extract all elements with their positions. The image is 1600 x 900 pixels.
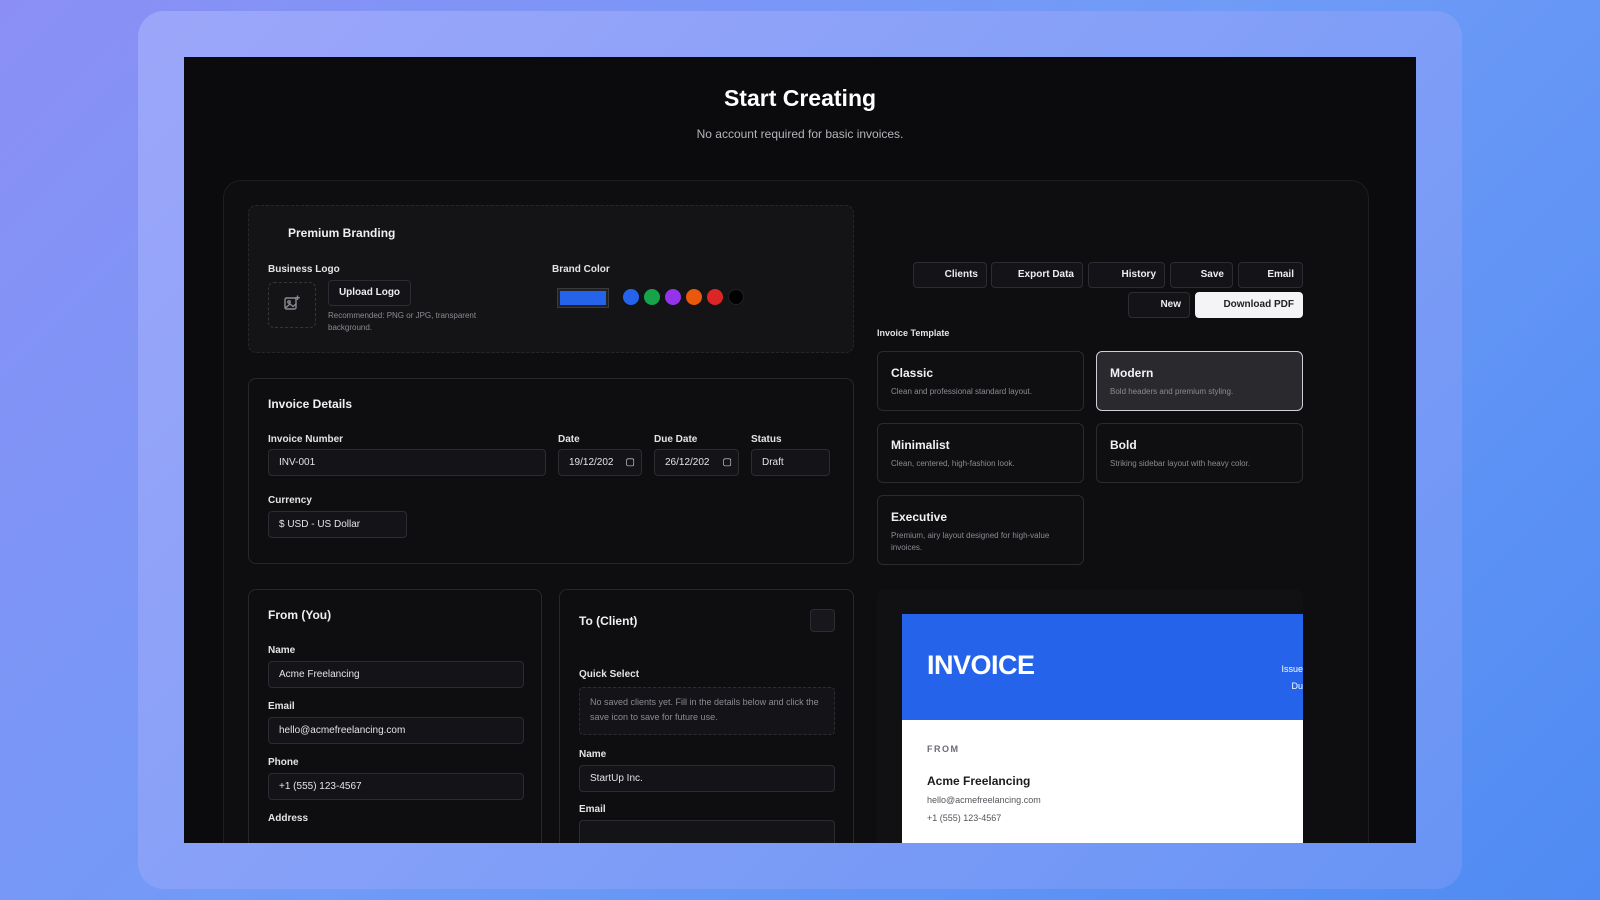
to-name-input[interactable]: StartUp Inc. (579, 765, 835, 792)
template-name: Modern (1110, 366, 1154, 380)
template-name: Bold (1110, 438, 1137, 452)
invoice-from-name: Acme Freelancing (927, 774, 1031, 788)
template-bold[interactable]: Bold Striking sidebar layout with heavy … (1096, 423, 1303, 483)
template-classic[interactable]: Classic Clean and professional standard … (877, 351, 1084, 411)
from-email-label: Email (268, 701, 295, 712)
invoice-from-label: FROM (927, 744, 960, 754)
save-button[interactable]: Save (1170, 262, 1233, 288)
template-desc: Striking sidebar layout with heavy color… (1110, 459, 1251, 468)
date-label: Date (558, 434, 580, 445)
page-subtitle: No account required for basic invoices. (696, 127, 904, 141)
to-title: To (Client) (579, 614, 638, 628)
date-input[interactable]: 19/12/202 ▢ (558, 449, 642, 476)
template-executive[interactable]: Executive Premium, airy layout designed … (877, 495, 1084, 565)
template-desc: Bold headers and premium styling. (1110, 387, 1234, 396)
clients-button[interactable]: Clients (913, 262, 987, 288)
color-preset-blue[interactable] (623, 289, 639, 305)
template-modern[interactable]: Modern Bold headers and premium styling. (1096, 351, 1303, 411)
to-email-input[interactable] (579, 820, 835, 843)
invoice-details-card: Invoice Details Invoice Number INV-001 D… (248, 378, 854, 564)
email-button[interactable]: Email (1238, 262, 1303, 288)
new-button[interactable]: New (1128, 292, 1190, 318)
invoice-template-label: Invoice Template (877, 328, 950, 338)
currency-select[interactable]: $ USD - US Dollar (268, 511, 407, 538)
template-name: Executive (891, 510, 948, 524)
template-desc: Premium, airy layout designed for high-v… (891, 531, 1050, 552)
from-email-input[interactable]: hello@acmefreelancing.com (268, 717, 524, 744)
color-preset-green[interactable] (644, 289, 660, 305)
from-address-label: Address (268, 813, 309, 824)
template-minimalist[interactable]: Minimalist Clean, centered, high-fashion… (877, 423, 1084, 483)
template-name: Minimalist (891, 438, 950, 452)
template-desc: Clean, centered, high-fashion look. (891, 459, 1015, 468)
logo-dropzone[interactable] (268, 282, 316, 328)
invoice-due-label: Du (1291, 681, 1303, 691)
download-pdf-button[interactable]: Download PDF (1195, 292, 1303, 318)
page-title: Start Creating (723, 85, 877, 111)
invoice-details-title: Invoice Details (268, 397, 353, 411)
invoice-issue-label: Issue (1281, 664, 1303, 674)
quick-select-note: No saved clients yet. Fill in the detail… (590, 697, 819, 722)
brand-color-picker[interactable] (557, 288, 609, 308)
export-data-button[interactable]: Export Data (991, 262, 1083, 288)
to-name-label: Name (579, 749, 607, 760)
quick-select-empty: No saved clients yet. Fill in the detail… (579, 687, 835, 735)
color-preset-purple[interactable] (665, 289, 681, 305)
calendar-icon[interactable]: ▢ (626, 450, 635, 475)
color-preset-black[interactable] (728, 289, 744, 305)
invoice-preview-title: INVOICE (927, 650, 1035, 680)
to-card: To (Client) Quick Select No saved client… (559, 589, 854, 843)
to-email-label: Email (579, 804, 606, 815)
business-logo-label: Business Logo (268, 264, 340, 275)
upload-logo-button[interactable]: Upload Logo (328, 280, 411, 306)
invoice-workspace: Premium Branding Business Logo Upload Lo… (223, 180, 1369, 843)
from-phone-label: Phone (268, 757, 299, 768)
from-name-label: Name (268, 645, 296, 656)
status-select[interactable]: Draft (751, 449, 830, 476)
from-phone-input[interactable]: +1 (555) 123-4567 (268, 773, 524, 800)
due-date-input[interactable]: 26/12/202 ▢ (654, 449, 739, 476)
from-title: From (You) (268, 608, 332, 622)
invoice-preview: INVOICE Issue Du FROM Acme Freelancing h… (877, 589, 1303, 843)
invoice-preview-body: FROM Acme Freelancing hello@acmefreelanc… (902, 720, 1303, 843)
upload-note: Recommended: PNG or JPG, transparent bac… (328, 311, 477, 332)
history-button[interactable]: History (1088, 262, 1165, 288)
calendar-icon[interactable]: ▢ (723, 450, 732, 475)
image-add-icon (283, 294, 301, 317)
currency-label: Currency (268, 495, 312, 506)
quick-select-label: Quick Select (579, 669, 640, 680)
date-value: 19/12/202 (569, 457, 614, 468)
invoice-number-label: Invoice Number (268, 434, 344, 445)
template-name: Classic (891, 366, 934, 380)
due-date-value: 26/12/202 (665, 457, 710, 468)
color-preset-red[interactable] (707, 289, 723, 305)
due-date-label: Due Date (654, 434, 698, 445)
from-card: From (You) Name Acme Freelancing Email h… (248, 589, 542, 843)
premium-branding-title: Premium Branding (288, 226, 396, 240)
invoice-from-phone: +1 (555) 123-4567 (927, 813, 1002, 823)
app-screen: Start Creating No account required for b… (184, 57, 1416, 843)
from-name-input[interactable]: Acme Freelancing (268, 661, 524, 688)
invoice-preview-header: INVOICE Issue Du (902, 614, 1303, 720)
premium-branding-card: Premium Branding Business Logo Upload Lo… (248, 205, 854, 353)
invoice-number-input[interactable]: INV-001 (268, 449, 546, 476)
brand-color-label: Brand Color (552, 264, 610, 275)
save-client-button[interactable] (810, 609, 835, 632)
status-label: Status (751, 434, 782, 445)
color-preset-orange[interactable] (686, 289, 702, 305)
invoice-from-email: hello@acmefreelancing.com (927, 795, 1041, 805)
template-desc: Clean and professional standard layout. (891, 387, 1032, 396)
